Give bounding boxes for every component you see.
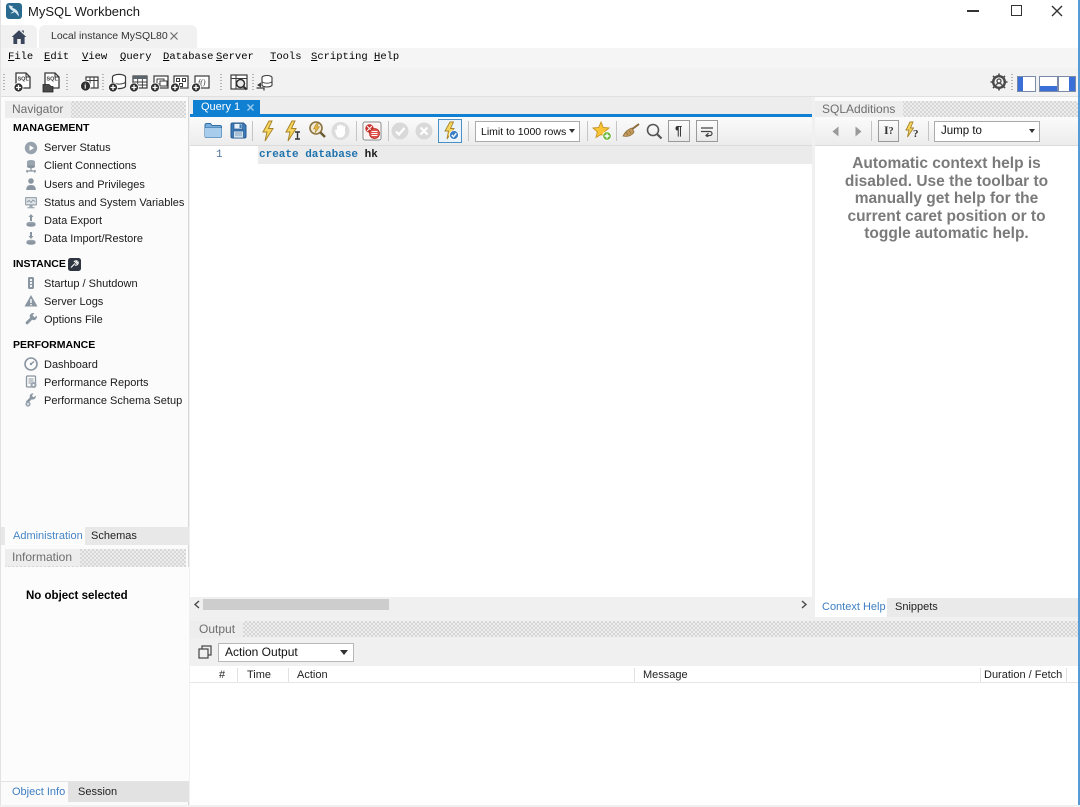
svg-text:SQL: SQL: [47, 77, 59, 83]
svg-text:SQL: SQL: [18, 77, 30, 83]
svg-text:i: i: [84, 83, 86, 91]
svg-text:?: ?: [913, 128, 919, 140]
